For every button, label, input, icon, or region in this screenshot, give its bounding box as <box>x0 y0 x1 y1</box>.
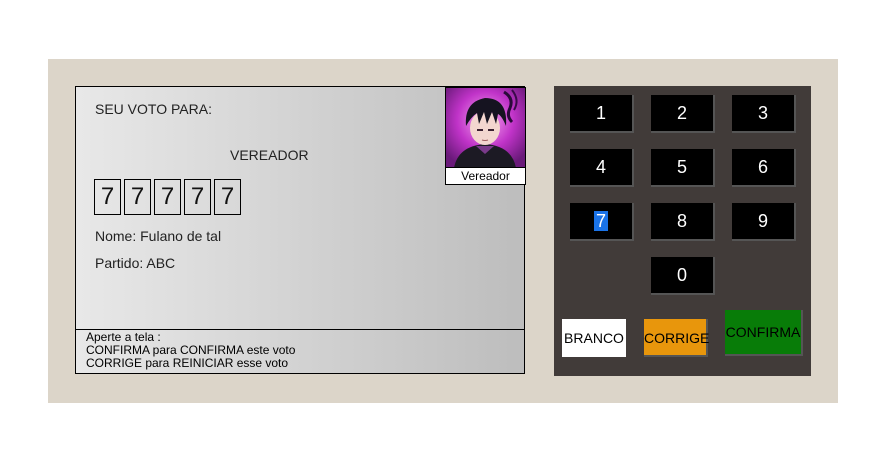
key-4[interactable]: 4 <box>570 149 634 187</box>
key-2[interactable]: 2 <box>651 95 715 133</box>
key-3[interactable]: 3 <box>732 95 796 133</box>
photo-caption: Vereador <box>446 167 525 184</box>
key-9[interactable]: 9 <box>732 203 796 241</box>
ballot-screen[interactable]: SEU VOTO PARA: VEREADOR 7 7 7 7 7 Nome: … <box>75 86 526 374</box>
instructions-panel: Aperte a tela : CONFIRMA para CONFIRMA e… <box>76 329 524 374</box>
instruction-line: CORRIGE para REINICIAR esse voto <box>86 356 289 370</box>
candidate-number: 7 7 7 7 7 <box>94 179 241 215</box>
number-digit: 7 <box>184 179 211 215</box>
key-1[interactable]: 1 <box>570 95 634 133</box>
key-8[interactable]: 8 <box>651 203 715 241</box>
number-digit: 7 <box>124 179 151 215</box>
branco-button[interactable]: BRANCO <box>562 319 626 357</box>
role-title: VEREADOR <box>230 147 309 163</box>
candidate-party: Partido: ABC <box>95 255 176 271</box>
number-digit: 7 <box>94 179 121 215</box>
key-0[interactable]: 0 <box>651 257 715 295</box>
candidate-name: Nome: Fulano de tal <box>95 228 222 244</box>
number-digit: 7 <box>214 179 241 215</box>
confirma-button[interactable]: CONFIRMA <box>725 310 803 356</box>
ballot-main-area: SEU VOTO PARA: VEREADOR 7 7 7 7 7 Nome: … <box>76 87 526 330</box>
candidate-portrait-image <box>446 88 525 168</box>
keypad: 1 2 3 4 5 6 7 8 9 0 BRANCO CORRIGE CONFI… <box>554 86 811 376</box>
key-7-selected-text: 7 <box>593 211 608 231</box>
key-6[interactable]: 6 <box>732 149 796 187</box>
corrige-button[interactable]: CORRIGE <box>644 319 709 357</box>
key-7[interactable]: 7 <box>570 203 634 241</box>
vote-for-label: SEU VOTO PARA: <box>95 101 212 117</box>
candidate-photo: Vereador <box>445 87 526 185</box>
number-digit: 7 <box>154 179 181 215</box>
voting-machine: SEU VOTO PARA: VEREADOR 7 7 7 7 7 Nome: … <box>48 59 838 403</box>
key-5[interactable]: 5 <box>651 149 715 187</box>
